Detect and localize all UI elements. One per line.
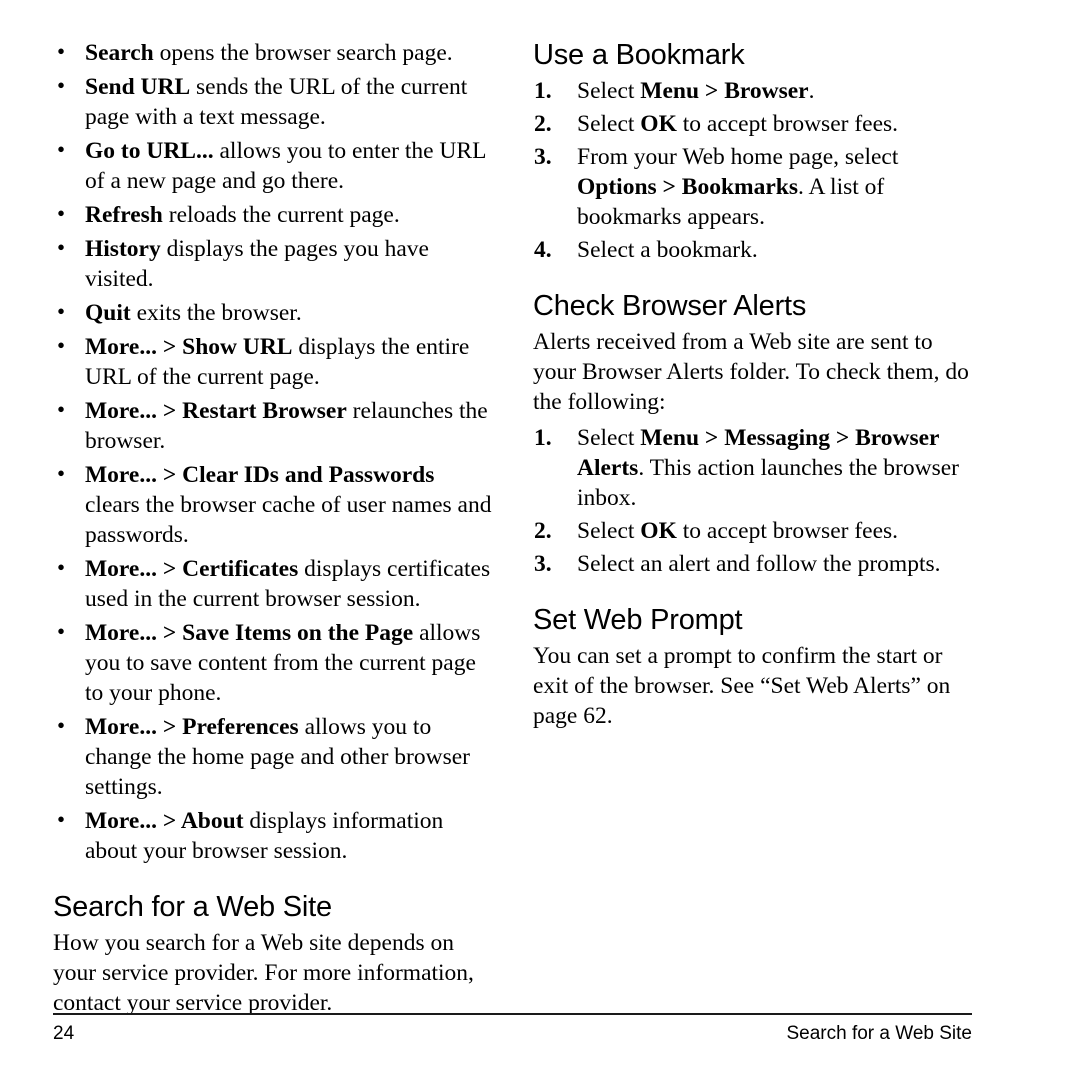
bullet-term: More... > About [85,808,244,834]
left-column: Search opens the browser search page. Se… [53,37,493,1018]
steps-use-a-bookmark: 1. Select Menu > Browser. 2. Select OK to … [533,76,973,265]
step-text-pre: Select [577,425,641,451]
list-item: More... > Clear IDs and Passwords clears… [53,459,493,550]
page-footer: 24 Search for a Web Site [53,1021,972,1047]
page-number: 24 [53,1023,75,1044]
bullet-description: opens the browser search page. [153,40,453,66]
footer-divider [53,1013,972,1015]
list-item: More... > Restart Browser relaunches the… [53,395,493,456]
step-text-pre: Select [577,518,641,544]
step-number: 3. [534,551,552,577]
bullet-term: More... > Clear IDs and Passwords [85,462,435,488]
step-text-pre: Select [577,78,641,104]
section-heading-search-for-a-web-site: Search for a Web Site [53,891,332,923]
list-item: 4. Select a bookmark. [533,235,973,265]
list-item: Search opens the browser search page. [53,37,493,68]
list-item: 3. From your Web home page, select Option… [533,142,973,232]
step-text-bold: OK [640,111,677,137]
bullet-term: Search [85,40,154,66]
list-item: Go to URL... allows you to enter the URL… [53,135,493,196]
list-item: Send URL sends the URL of the current pa… [53,71,493,132]
step-number: 3. [534,144,552,170]
list-item: 1. Select Menu > Messaging > Browser Aler… [533,423,973,513]
step-number: 2. [534,111,552,137]
bullet-term: More... > Preferences [85,714,299,740]
bullet-term: Refresh [85,202,163,228]
list-item: History displays the pages you have visi… [53,233,493,294]
step-text-post: to accept browser fees. [676,111,899,137]
section-heading-set-web-prompt: Set Web Prompt [533,604,743,636]
step-text-bold: Options > Bookmarks [577,174,799,200]
step-number: 1. [534,425,552,451]
list-item: More... > Save Items on the Page allows … [53,617,493,708]
list-item: More... > Preferences allows you to chan… [53,711,493,802]
section-heading-check-browser-alerts: Check Browser Alerts [533,290,807,322]
steps-check-browser-alerts: 1. Select Menu > Messaging > Browser Aler… [533,423,973,579]
list-item: Quit exits the browser. [53,297,493,328]
bullet-description: clears the browser cache of user names a… [85,492,492,548]
section-paragraph-check-browser-alerts: Alerts received from a Web site are sent… [533,329,969,415]
step-text-pre: Select a bookmark. [577,237,758,263]
bullet-term: Quit [85,300,131,326]
list-item: 2. Select OK to accept browser fees. [533,516,973,546]
step-text-pre: From your Web home page, select [577,144,899,170]
list-item: 1. Select Menu > Browser. [533,76,973,106]
section-paragraph-set-web-prompt: You can set a prompt to confirm the star… [533,643,951,729]
step-text-post: to accept browser fees. [676,518,899,544]
bullet-term: More... > Certificates [85,556,299,582]
bullet-term: More... > Show URL [85,334,293,360]
step-text-post: . [808,78,815,104]
bullet-term: History [85,236,161,262]
section-paragraph-search-for-a-web-site: How you search for a Web site depends on… [53,930,474,1016]
bullet-term: More... > Restart Browser [85,398,347,424]
section-heading-use-a-bookmark: Use a Bookmark [533,39,745,71]
list-item: 2. Select OK to accept browser fees. [533,109,973,139]
step-text-bold: OK [640,518,677,544]
step-number: 4. [534,237,552,263]
bullet-description: reloads the current page. [162,202,400,228]
list-item: Refresh reloads the current page. [53,199,493,230]
browser-menu-bullet-list: Search opens the browser search page. Se… [53,37,493,866]
bullet-term: Send URL [85,74,191,100]
manual-page: Search opens the browser search page. Se… [0,0,1080,1080]
list-item: More... > Show URL displays the entire U… [53,331,493,392]
step-text-bold: Menu > Browser [640,78,809,104]
running-head: Search for a Web Site [786,1023,972,1044]
bullet-term: More... > Save Items on the Page [85,620,414,646]
bullet-term: Go to URL... [85,138,214,164]
list-item: More... > Certificates displays certific… [53,553,493,614]
step-text-pre: Select [577,111,641,137]
step-number: 1. [534,78,552,104]
bullet-description: exits the browser. [130,300,302,326]
step-text-pre: Select an alert and follow the prompts. [577,551,941,577]
list-item: 3. Select an alert and follow the prompts… [533,549,973,579]
right-column: Use a Bookmark 1. Select Menu > Browser. … [533,38,973,731]
step-number: 2. [534,518,552,544]
list-item: More... > About displays information abo… [53,805,493,866]
